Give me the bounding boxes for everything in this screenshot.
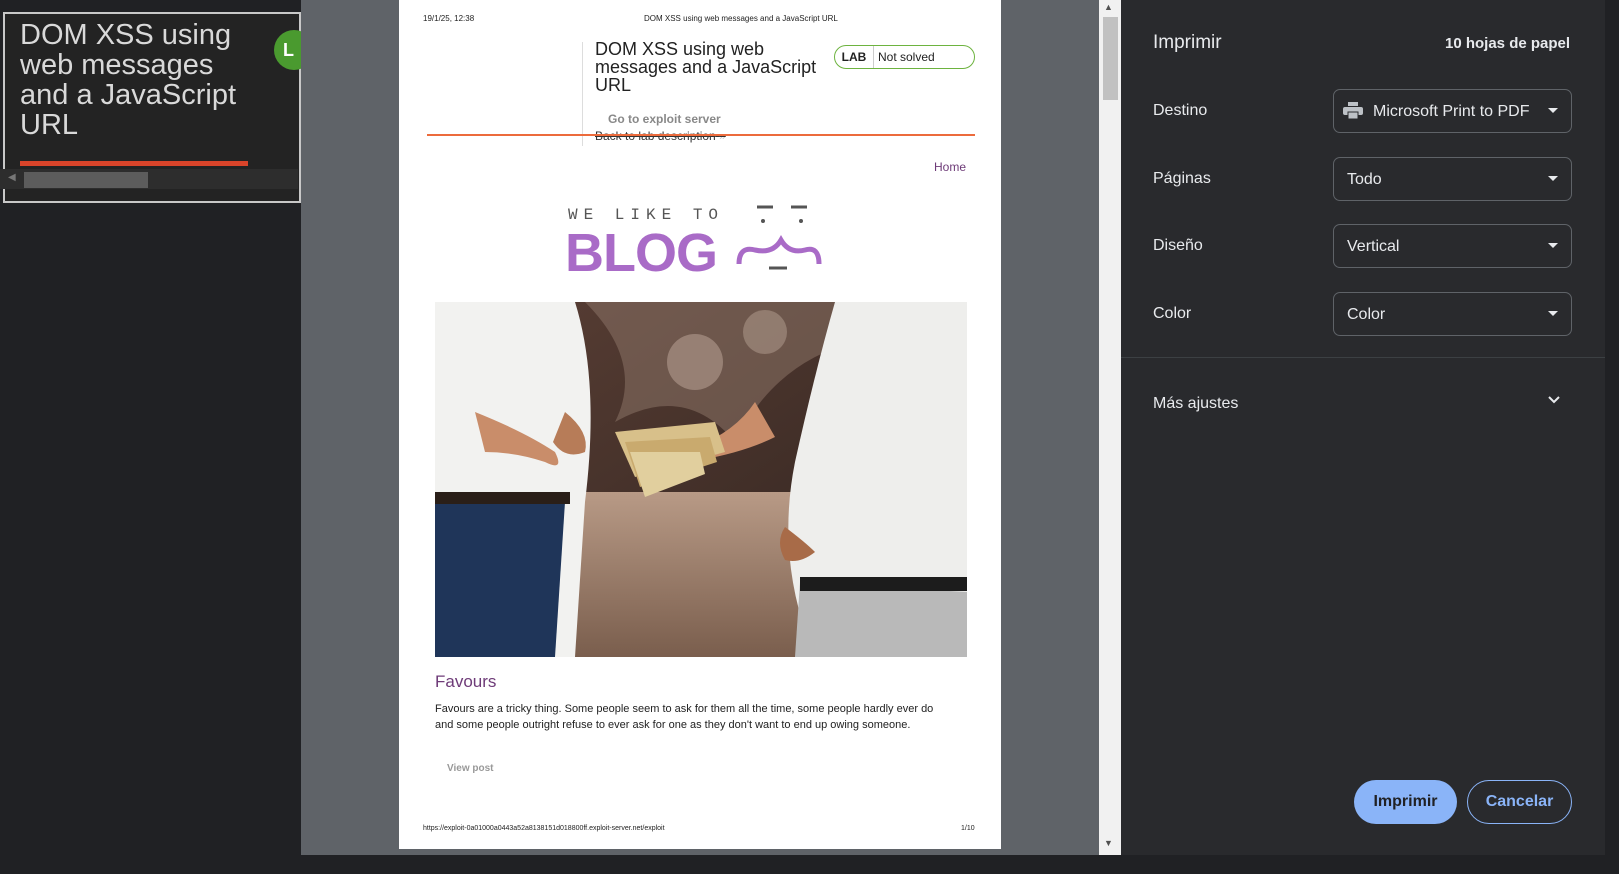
scroll-up-arrow-icon[interactable]: ▲ (1104, 2, 1113, 12)
scroll-left-arrow-icon[interactable]: ◀ (8, 172, 16, 183)
back-to-lab-link[interactable]: Back to lab description » (595, 129, 726, 143)
settings-divider (1121, 357, 1605, 358)
lab-badge-label: LAB (835, 46, 874, 68)
layout-select[interactable]: Vertical (1333, 224, 1572, 268)
pages-value: Todo (1347, 171, 1382, 188)
background-scrollbar-thumb[interactable] (24, 172, 148, 188)
lab-title: DOM XSS using web messages and a JavaScr… (595, 39, 817, 95)
page-footer-number: 1/10 (961, 825, 975, 832)
destination-value: Microsoft Print to PDF (1373, 103, 1530, 120)
lab-header-divider (582, 42, 583, 146)
window-edge (1605, 0, 1619, 874)
header-rule (427, 134, 975, 136)
blog-post-excerpt: Favours are a tricky thing. Some people … (435, 703, 934, 731)
destination-select[interactable]: Microsoft Print to PDF (1333, 89, 1572, 133)
color-value: Color (1347, 306, 1386, 323)
layout-value: Vertical (1347, 238, 1400, 255)
blog-post-title[interactable]: Favours (435, 672, 496, 692)
exploit-server-link[interactable]: Go to exploit server (608, 112, 721, 126)
double-chevron-icon: » (719, 129, 726, 143)
chevron-down-icon[interactable] (1547, 393, 1561, 407)
dropdown-caret-icon (1548, 108, 1558, 113)
print-dialog-title: Imprimir (1153, 32, 1222, 53)
print-button[interactable]: Imprimir (1354, 780, 1457, 824)
back-to-lab-label: Back to lab description (595, 129, 716, 143)
preview-page: 19/1/25, 12:38 DOM XSS using web message… (399, 0, 1001, 849)
page-footer-url: https://exploit-0a01000a0443a52a8138151d… (423, 825, 665, 832)
color-label: Color (1153, 305, 1192, 322)
color-select[interactable]: Color (1333, 292, 1572, 336)
page-header-date: 19/1/25, 12:38 (423, 14, 475, 23)
lab-status-text: Not solved (878, 50, 935, 64)
layout-label: Diseño (1153, 237, 1203, 254)
preview-scrollbar-thumb[interactable] (1103, 17, 1118, 100)
dropdown-caret-icon (1548, 243, 1558, 248)
background-lab-title: DOM XSS using web messages and a JavaScr… (20, 19, 237, 141)
preview-scrollbar[interactable] (1099, 0, 1121, 855)
view-post-button[interactable]: View post (447, 763, 494, 774)
destination-label: Destino (1153, 102, 1208, 119)
blog-logo-text: BLOG (565, 223, 718, 283)
blog-logo-face-icon (736, 205, 822, 270)
lab-status-badge: LAB Not solved (834, 45, 975, 69)
pages-select[interactable]: Todo (1333, 157, 1572, 201)
background-progress-bar (20, 161, 248, 166)
pages-label: Páginas (1153, 170, 1211, 187)
scroll-down-arrow-icon[interactable]: ▼ (1104, 838, 1113, 848)
more-settings-toggle[interactable]: Más ajustes (1153, 395, 1238, 413)
dropdown-caret-icon (1548, 311, 1558, 316)
blog-post-image (435, 302, 967, 657)
home-link[interactable]: Home (934, 160, 966, 174)
cancel-button[interactable]: Cancelar (1467, 780, 1572, 824)
printer-icon (1343, 102, 1363, 120)
page-header-title: DOM XSS using web messages and a JavaScr… (644, 14, 838, 23)
sheet-count: 10 hojas de papel (1445, 35, 1571, 52)
dropdown-caret-icon (1548, 176, 1558, 181)
